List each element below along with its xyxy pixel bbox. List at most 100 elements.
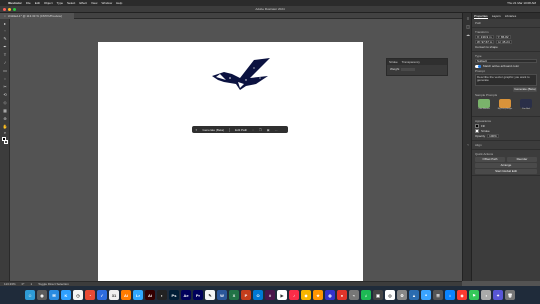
stroke-color-swatch[interactable] — [475, 129, 479, 133]
dock-app-icon[interactable]: ♪ — [289, 290, 299, 300]
dock-app-icon[interactable]: ☺ — [25, 290, 35, 300]
layers-icon[interactable]: ◫ — [465, 25, 471, 29]
libraries-icon[interactable]: ☁ — [465, 33, 471, 37]
sample-bird[interactable]: Fire Bird — [517, 99, 535, 113]
weight-input[interactable] — [401, 67, 416, 71]
menu-object[interactable]: Object — [44, 1, 53, 5]
dock-app-icon[interactable]: Ps — [169, 290, 179, 300]
scissors-tool-icon[interactable]: ✂ — [2, 85, 8, 89]
dock-app-icon[interactable]: ◈ — [457, 290, 467, 300]
menu-select[interactable]: Select — [67, 1, 75, 5]
dock-app-icon[interactable]: ▶ — [277, 290, 287, 300]
dock-app-icon[interactable]: W — [217, 290, 227, 300]
start-global-edit-button[interactable]: Start Global Edit — [475, 169, 537, 174]
reorder-button[interactable]: Reorder — [507, 157, 537, 162]
dock-app-icon[interactable]: ⚬ — [421, 290, 431, 300]
dock-app-icon[interactable]: ✎ — [205, 290, 215, 300]
menu-help[interactable]: Help — [116, 1, 122, 5]
dock-app-icon[interactable]: P — [241, 290, 251, 300]
convert-to-shape-link[interactable]: Convert to shape — [475, 45, 498, 49]
collapse-icon[interactable]: ‹ — [465, 143, 471, 147]
menu-window[interactable]: Window — [101, 1, 112, 5]
dock-app-icon[interactable]: ● — [337, 290, 347, 300]
more-options-button[interactable]: ··· — [275, 128, 278, 132]
arrange-button[interactable]: Arrange — [475, 163, 537, 168]
dock-app-icon[interactable]: ♫ — [361, 290, 371, 300]
stroke-swatch[interactable] — [4, 140, 8, 144]
x-field[interactable]: X: 139.9 m — [475, 35, 494, 39]
tab-layers[interactable]: Layers — [492, 14, 501, 18]
menubar-clock[interactable]: Thu 21 Mar 10:08 AM — [507, 1, 536, 5]
menu-type[interactable]: Type — [57, 1, 64, 5]
recolor-icon[interactable]: ◌ — [252, 128, 254, 132]
artboard-tool-icon[interactable]: ▦ — [2, 109, 8, 113]
dock-app-icon[interactable]: Ai — [121, 290, 131, 300]
fill-stroke-swatch[interactable] — [2, 137, 8, 144]
dock-app-icon[interactable]: ★ — [313, 290, 323, 300]
duplicate-icon[interactable]: ❐ — [259, 128, 262, 132]
line-tool-icon[interactable]: / — [2, 61, 8, 65]
prompt-input[interactable]: Describe the vector graphic you want to … — [475, 74, 537, 86]
sample-monster[interactable]: Cute Monster — [475, 99, 493, 113]
dock-app-icon[interactable]: Lr — [133, 290, 143, 300]
menu-app-name[interactable]: Illustrator — [8, 1, 22, 5]
dock-app-icon[interactable]: X — [229, 290, 239, 300]
y-field[interactable]: Y: 86.82 — [495, 35, 511, 39]
type-tool-icon[interactable]: T — [2, 53, 8, 57]
dock-app-icon[interactable]: 🗑 — [505, 290, 515, 300]
menu-view[interactable]: View — [91, 1, 97, 5]
dock-app-icon[interactable]: ✦ — [493, 290, 503, 300]
dock-app-icon[interactable]: O — [253, 290, 263, 300]
dock-app-icon[interactable]: ▣ — [373, 290, 383, 300]
dock-app-icon[interactable]: ◍ — [325, 290, 335, 300]
dock-app-icon[interactable]: Ae — [181, 290, 191, 300]
dock-app-icon[interactable]: ◆ — [301, 290, 311, 300]
selection-tool-icon[interactable]: ▸ — [2, 22, 8, 26]
match-artboard-toggle[interactable] — [475, 64, 481, 68]
menu-file[interactable]: File — [26, 1, 31, 5]
dock-app-icon[interactable]: 31 — [109, 290, 119, 300]
zoom-tool-icon[interactable]: ⌕ — [2, 131, 8, 135]
lock-icon[interactable]: ▣ — [267, 128, 270, 132]
hand-tool-icon[interactable]: ✋ — [2, 125, 8, 129]
generate-beta-button[interactable]: Generate (Beta) — [203, 128, 225, 132]
dock-app-icon[interactable]: ▲ — [409, 290, 419, 300]
dock-app-icon[interactable]: ⚑ — [469, 290, 479, 300]
dock-app-icon[interactable]: Ai — [145, 290, 155, 300]
dock-app-icon[interactable]: ◎ — [385, 290, 395, 300]
tab-transparency[interactable]: Transparency — [402, 60, 420, 64]
dock-app-icon[interactable]: ⚙ — [397, 290, 407, 300]
fill-color-swatch[interactable] — [475, 124, 479, 128]
tab-properties[interactable]: Properties — [474, 14, 488, 19]
dock-app-icon[interactable]: ⌁ — [349, 290, 359, 300]
generate-button[interactable]: Generate (Beta) — [513, 87, 537, 92]
tab-libraries[interactable]: Libraries — [505, 14, 517, 18]
close-window-button[interactable] — [3, 8, 6, 11]
offset-path-button[interactable]: Offset Path — [475, 157, 505, 162]
dock-app-icon[interactable]: K — [61, 290, 71, 300]
dock-app-icon[interactable]: Pr — [193, 290, 203, 300]
dock-app-icon[interactable]: ✉ — [49, 290, 59, 300]
dock-app-icon[interactable]: ◑ — [481, 290, 491, 300]
dock-app-icon[interactable]: ◷ — [73, 290, 83, 300]
dock-app-icon[interactable]: ◐ — [157, 290, 167, 300]
width-field[interactable]: W: 97.67 m — [475, 40, 495, 44]
menu-edit[interactable]: Edit — [35, 1, 40, 5]
dock-app-icon[interactable]: # — [265, 290, 275, 300]
direct-selection-tool-icon[interactable]: ◦ — [2, 29, 8, 33]
pencil-tool-icon[interactable]: ✎ — [2, 37, 8, 41]
bird-artwork[interactable] — [210, 58, 272, 92]
height-field[interactable]: H: 45.24 — [496, 40, 512, 44]
sample-burger[interactable]: Big Juicy Burger — [496, 99, 514, 113]
eyedropper-tool-icon[interactable]: ⊕ — [2, 117, 8, 121]
menu-effect[interactable]: Effect — [79, 1, 87, 5]
rectangle-tool-icon[interactable]: ▭ — [2, 69, 8, 73]
dock-app-icon[interactable]: ⌂ — [445, 290, 455, 300]
dock-app-icon[interactable]: ◔ — [85, 290, 95, 300]
shape-builder-tool-icon[interactable]: ◇ — [2, 101, 8, 105]
dock-app-icon[interactable]: ✓ — [97, 290, 107, 300]
tab-stroke[interactable]: Stroke — [389, 60, 398, 64]
dock-app-icon[interactable]: ◉ — [37, 290, 47, 300]
document-tab[interactable]: × Untitled-1* @ 113.33 % (CMYK/Preview) — [0, 13, 74, 19]
opacity-field[interactable]: 100% — [487, 134, 500, 138]
